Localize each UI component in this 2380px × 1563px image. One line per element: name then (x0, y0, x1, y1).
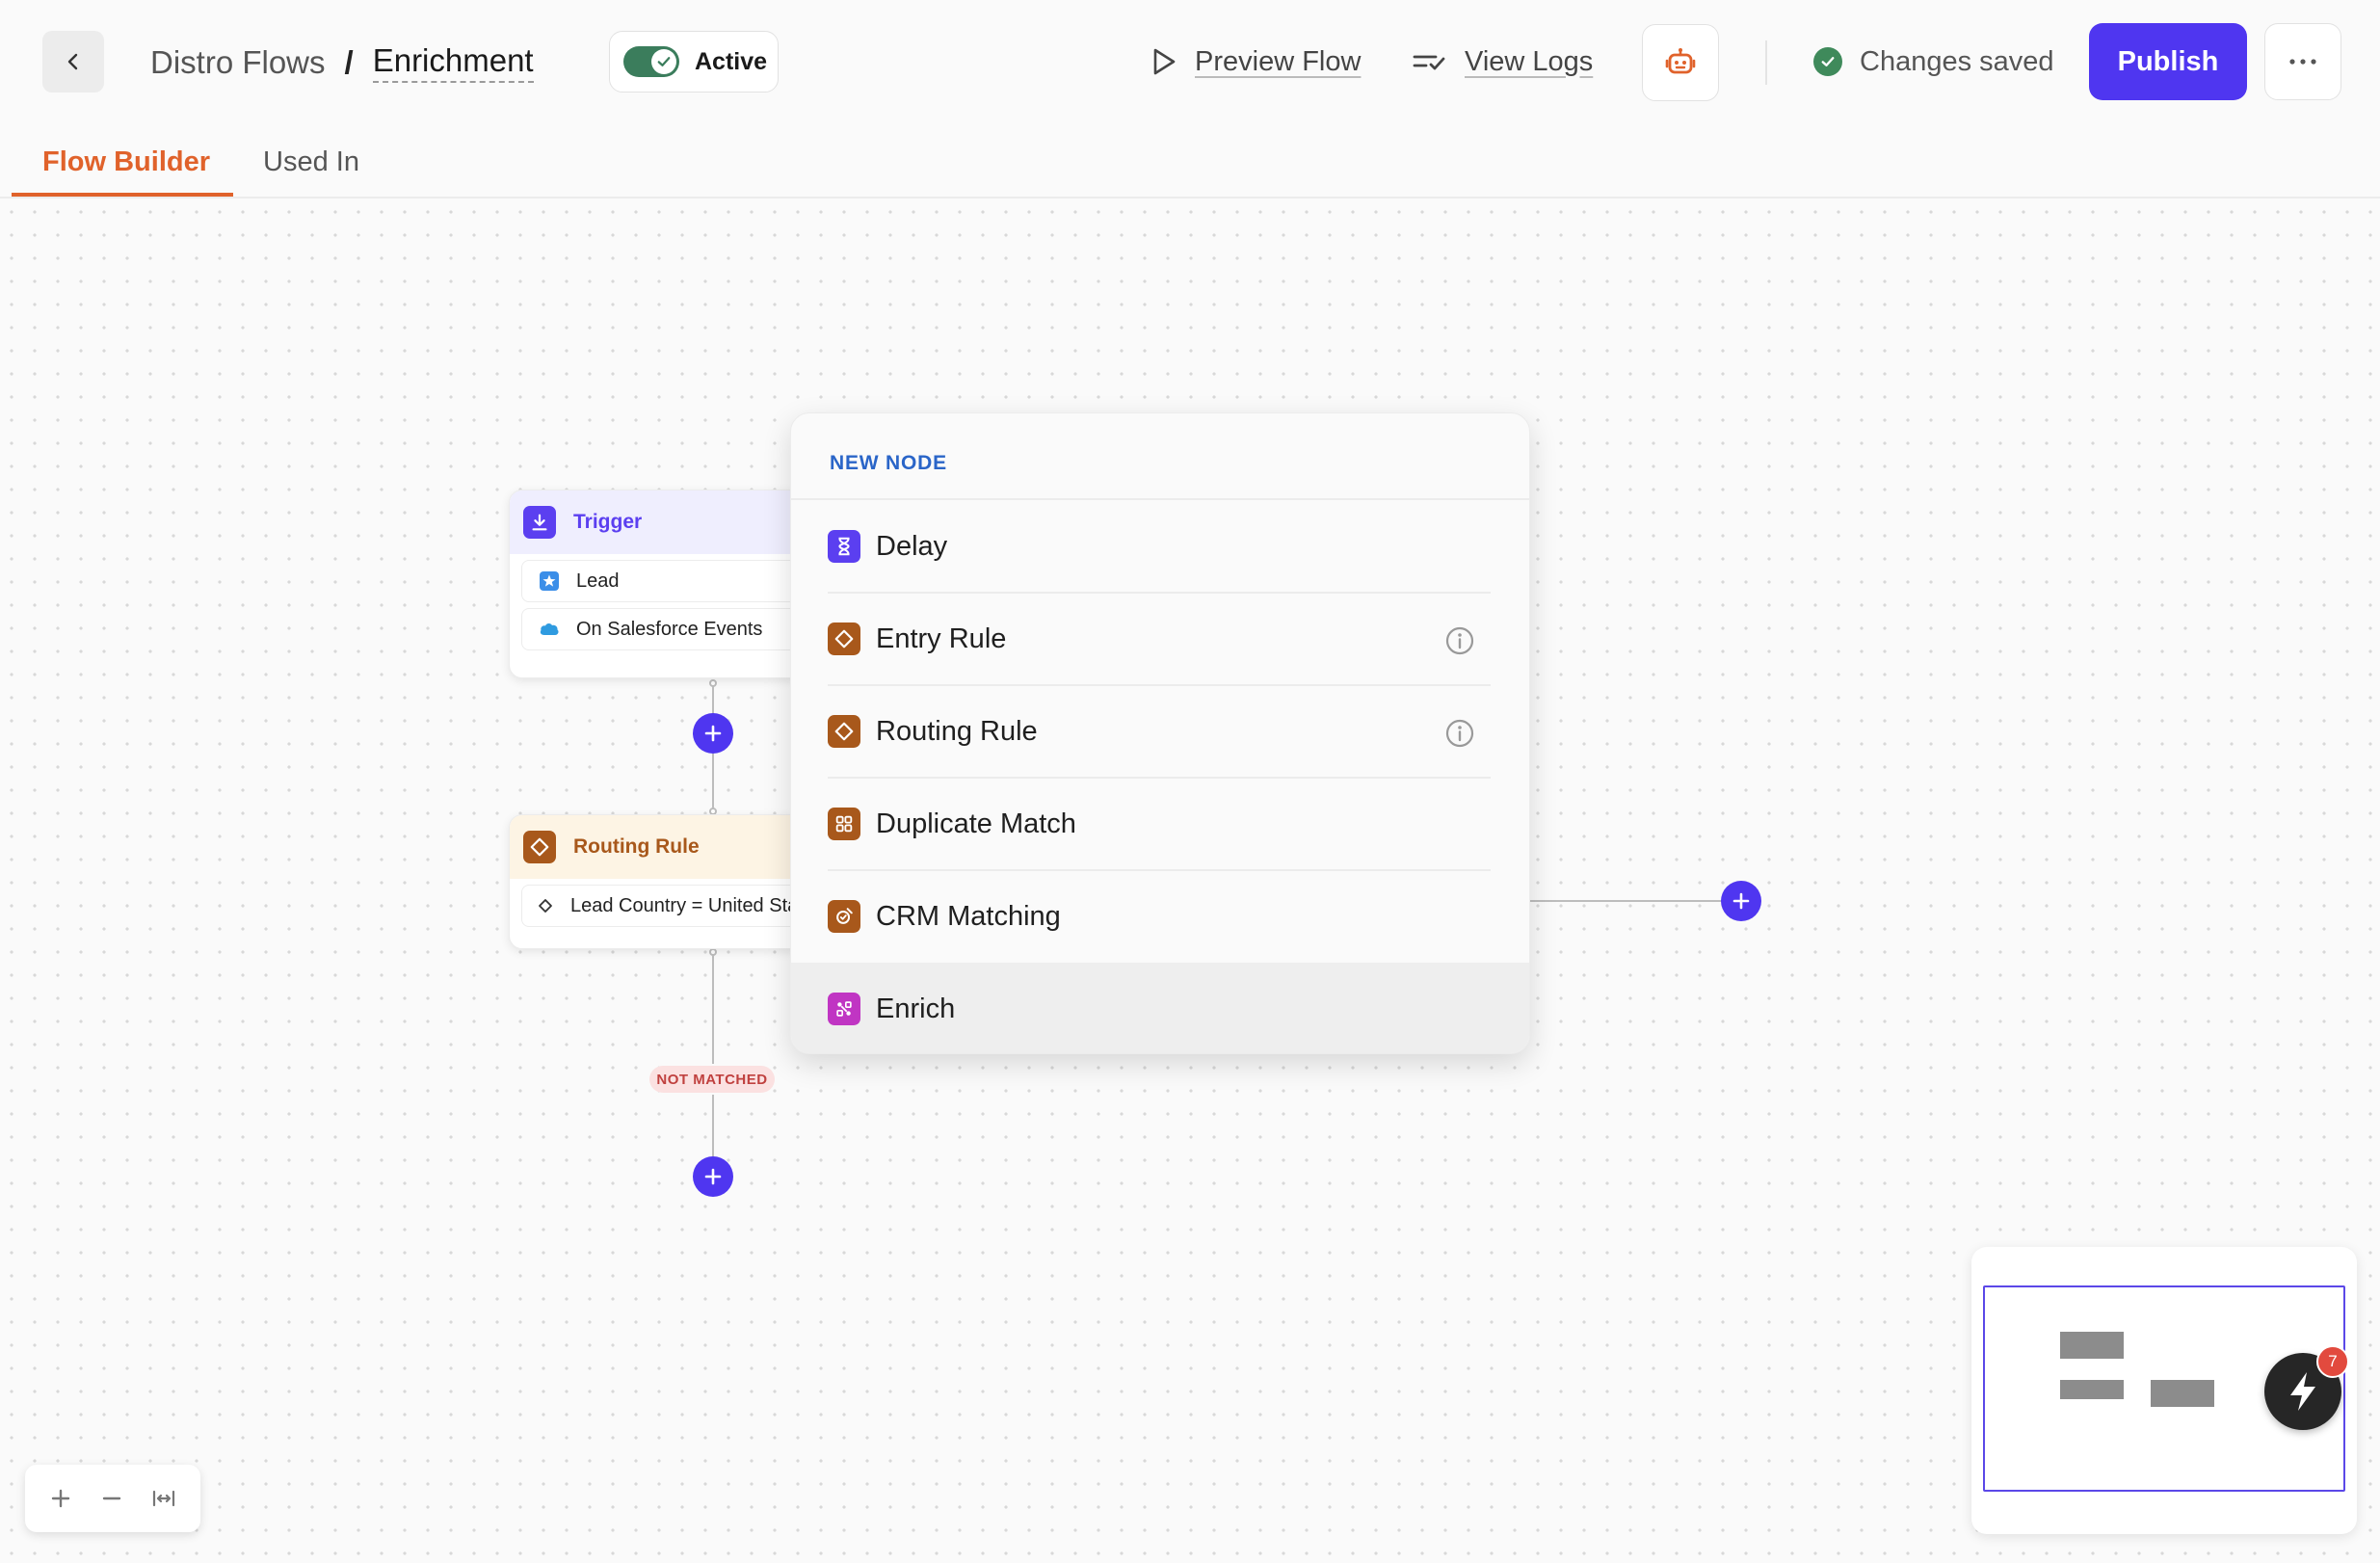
trigger-node-title: Trigger (573, 511, 643, 533)
preview-flow-label: Preview Flow (1195, 45, 1362, 77)
trigger-node[interactable]: Trigger Lead On Salesforce Events (509, 490, 817, 678)
menu-item-delay[interactable]: Delay (791, 500, 1529, 593)
crm-match-icon (828, 900, 860, 933)
trigger-icon (523, 506, 556, 539)
view-logs-button[interactable]: View Logs (1413, 39, 1593, 85)
minimap-node (2060, 1380, 2124, 1399)
plus-icon (1732, 892, 1750, 910)
routing-condition-label: Lead Country = United States (570, 894, 805, 916)
save-status: Changes saved (1813, 42, 2054, 81)
play-icon (1153, 48, 1176, 75)
trigger-node-header: Trigger (510, 490, 816, 554)
robot-icon (1665, 48, 1696, 74)
menu-item-crm-matching[interactable]: CRM Matching (791, 870, 1529, 963)
active-toggle[interactable]: Active (609, 31, 779, 93)
routing-node-title: Routing Rule (573, 835, 700, 858)
tab-bar: Flow Builder Used In (0, 133, 2380, 199)
info-icon[interactable] (1444, 718, 1475, 749)
minimap-node (2060, 1332, 2124, 1359)
active-label: Active (695, 47, 768, 75)
condition-diamond-icon (538, 898, 553, 914)
trigger-event-label: On Salesforce Events (576, 618, 763, 640)
flow-name-editable[interactable]: Enrichment (372, 42, 534, 83)
saved-check-icon (1813, 47, 1842, 76)
menu-item-entry-rule[interactable]: Entry Rule (791, 593, 1529, 685)
add-node-matched-button[interactable] (1721, 881, 1761, 921)
top-bar: Distro Flows / Enrichment Active Preview… (0, 0, 2380, 123)
plus-icon (704, 725, 722, 742)
routing-node-header: Routing Rule (510, 815, 816, 879)
lightning-icon (2290, 1372, 2315, 1411)
zoom-in-icon[interactable] (49, 1487, 72, 1510)
breadcrumb-separator: / (344, 44, 354, 80)
tab-flow-builder[interactable]: Flow Builder (42, 146, 210, 178)
plus-icon (704, 1168, 722, 1185)
more-options-button[interactable] (2264, 23, 2341, 100)
ellipsis-icon (2289, 59, 2316, 65)
active-tab-indicator (12, 193, 233, 197)
menu-item-label: Enrich (876, 993, 956, 1024)
tab-used-in[interactable]: Used In (263, 146, 359, 178)
salesforce-cloud-icon (538, 622, 561, 637)
lead-star-icon (538, 570, 561, 592)
back-button[interactable] (42, 31, 104, 93)
preview-flow-button[interactable]: Preview Flow (1150, 39, 1361, 85)
routing-diamond-icon (523, 831, 556, 863)
menu-item-label: Routing Rule (876, 715, 1038, 747)
zoom-out-icon[interactable] (100, 1487, 123, 1510)
breadcrumb: Distro Flows / Enrichment (150, 39, 534, 87)
ai-assistant-button[interactable] (1642, 24, 1719, 101)
header-divider (1765, 40, 1767, 85)
toggle-switch[interactable] (623, 46, 679, 77)
minimap-node (2151, 1380, 2214, 1407)
check-icon (657, 57, 671, 66)
enrich-icon (828, 993, 860, 1025)
breadcrumb-parent-link[interactable]: Distro Flows (150, 44, 326, 81)
menu-title: NEW NODE (830, 452, 947, 474)
logs-icon (1413, 55, 1445, 70)
not-matched-badge: NOT MATCHED (649, 1066, 775, 1093)
routing-rule-node[interactable]: Routing Rule Lead Country = United State… (509, 814, 817, 949)
diamond-icon (828, 715, 860, 748)
menu-item-routing-rule[interactable]: Routing Rule (791, 685, 1529, 778)
menu-item-enrich[interactable]: Enrich (791, 963, 1529, 1053)
routing-condition-row: Lead Country = United States (521, 885, 805, 927)
notification-count-badge: 7 (2316, 1345, 2349, 1378)
zoom-controls (25, 1465, 200, 1532)
add-node-button[interactable] (693, 713, 733, 754)
save-status-label: Changes saved (1860, 45, 2054, 77)
trigger-event-row: On Salesforce Events (521, 608, 805, 650)
menu-item-label: Duplicate Match (876, 808, 1076, 839)
diamond-icon (828, 623, 860, 655)
hourglass-icon (828, 530, 860, 563)
trigger-object-label: Lead (576, 570, 620, 592)
info-icon[interactable] (1444, 625, 1475, 656)
grid-icon (828, 808, 860, 840)
chevron-left-icon (67, 53, 78, 70)
view-logs-label: View Logs (1465, 45, 1594, 77)
new-node-menu: NEW NODE Delay Entry Rule Routing Rule D… (790, 412, 1530, 1054)
fit-view-icon[interactable] (151, 1487, 176, 1510)
menu-item-label: Entry Rule (876, 623, 1007, 654)
trigger-object-row: Lead (521, 560, 805, 602)
publish-button[interactable]: Publish (2089, 23, 2247, 100)
menu-item-duplicate-match[interactable]: Duplicate Match (791, 778, 1529, 870)
add-node-not-matched-button[interactable] (693, 1156, 733, 1197)
menu-item-label: CRM Matching (876, 900, 1061, 932)
menu-item-label: Delay (876, 530, 948, 562)
